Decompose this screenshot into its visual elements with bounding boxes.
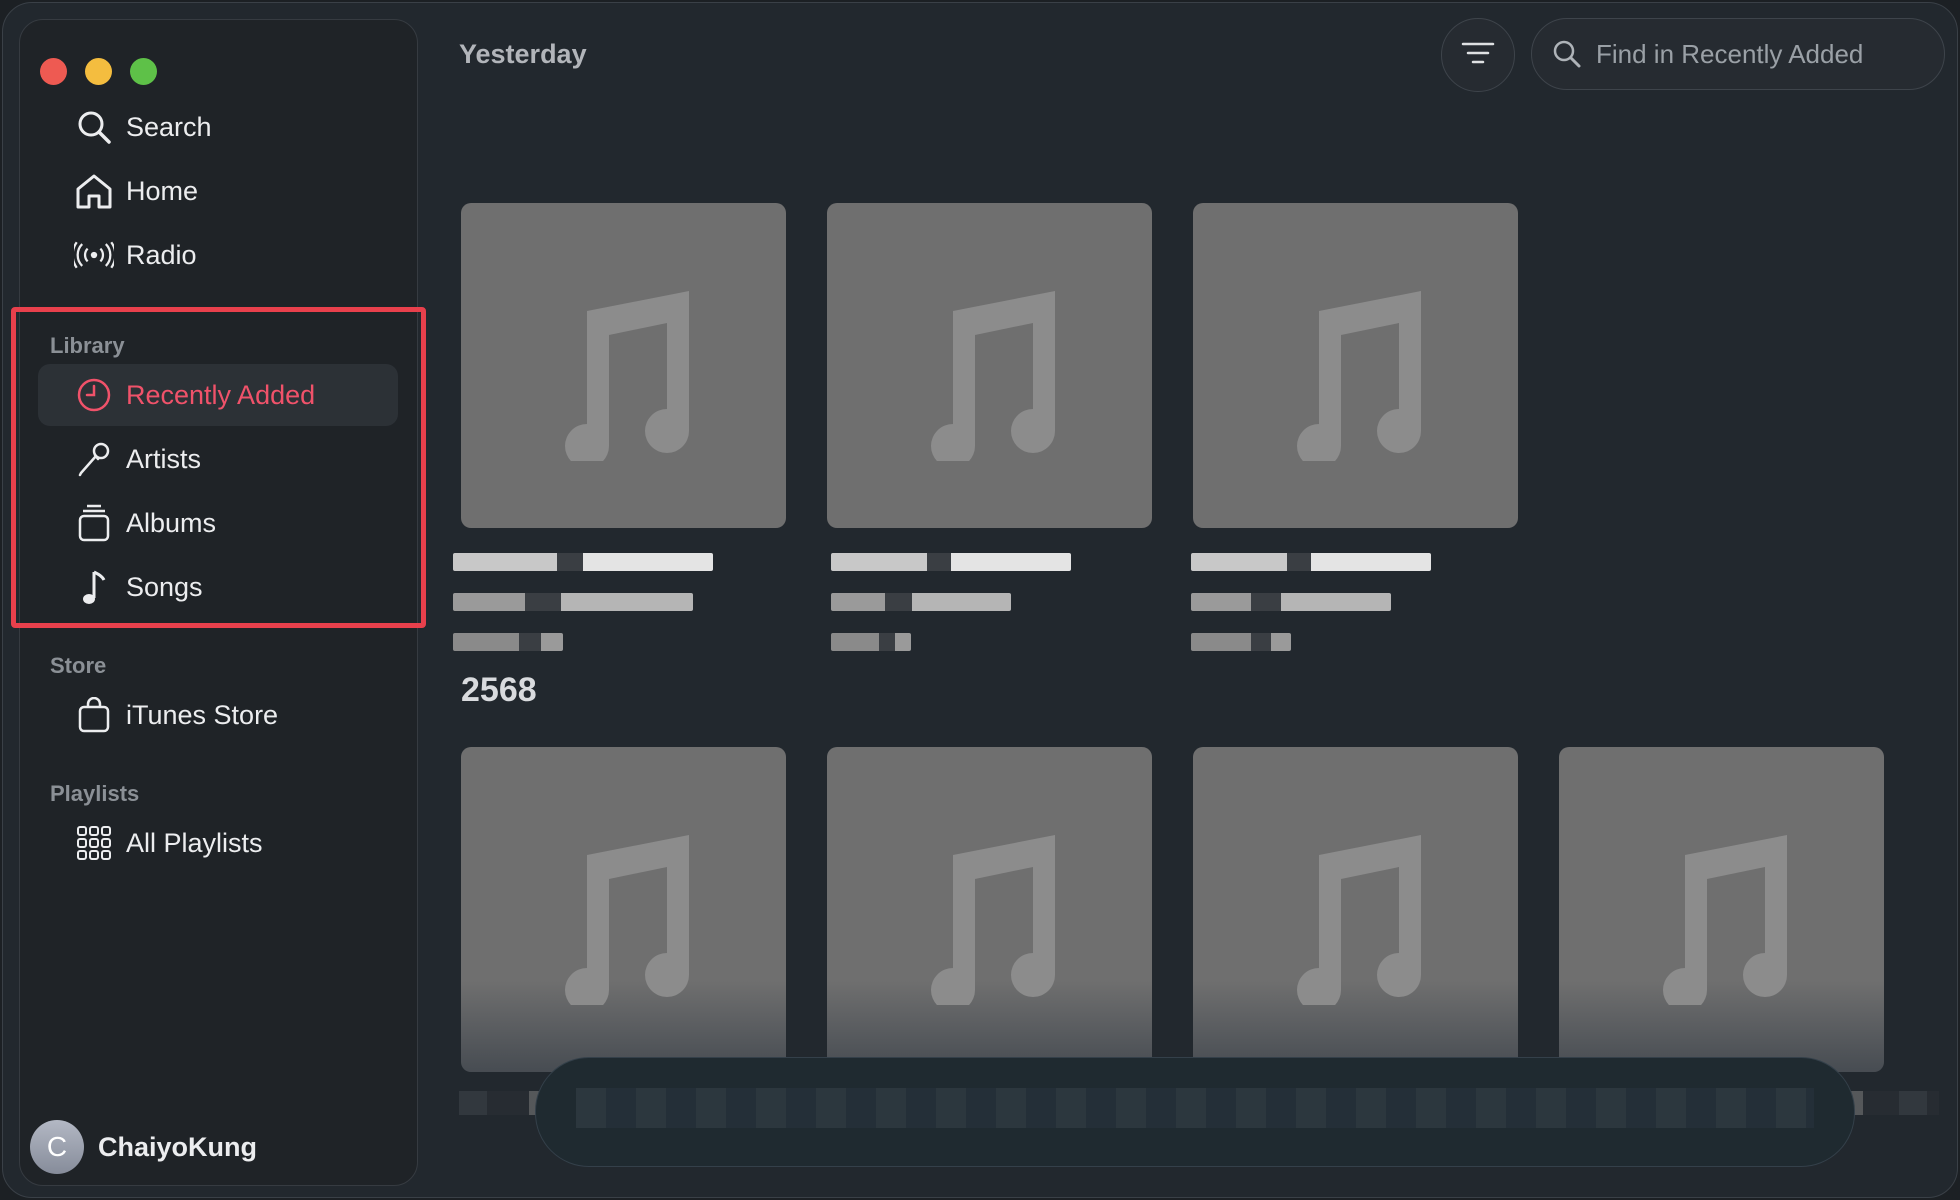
- sidebar-item-label: All Playlists: [126, 827, 263, 858]
- sidebar-item-songs[interactable]: Songs: [38, 556, 398, 618]
- sidebar-item-albums[interactable]: Albums: [38, 492, 398, 554]
- music-note-icon: [1662, 834, 1787, 1005]
- album-tile[interactable]: [1193, 747, 1518, 1072]
- music-note-icon: [1296, 834, 1421, 1005]
- sidebar-item-home[interactable]: Home: [38, 160, 398, 222]
- radio-icon: [74, 235, 114, 275]
- search-input[interactable]: [1594, 37, 1918, 71]
- album-tile[interactable]: [827, 747, 1152, 1072]
- album-tile[interactable]: [827, 203, 1152, 528]
- search-icon: [1552, 39, 1582, 69]
- album-tile[interactable]: [1193, 203, 1518, 528]
- now-playing-redacted: [576, 1088, 1814, 1128]
- filter-icon: [1461, 41, 1495, 70]
- music-note-icon: [930, 290, 1055, 461]
- bag-icon: [74, 695, 114, 735]
- sidebar-item-label: Home: [126, 175, 199, 206]
- avatar: C: [30, 1120, 84, 1174]
- music-note-icon: [564, 834, 689, 1005]
- user-name: ChaiyoKung: [98, 1131, 257, 1162]
- sidebar: Search Home Radio Library Recently Added: [19, 19, 418, 1186]
- albums-icon: [74, 503, 114, 543]
- minimize-window-button[interactable]: [85, 58, 112, 85]
- album-meta-redacted: [1191, 553, 1451, 673]
- music-note-icon: [1296, 290, 1421, 461]
- sidebar-item-label: iTunes Store: [126, 699, 279, 730]
- now-playing-bar[interactable]: [535, 1057, 1855, 1167]
- grid-icon: [74, 823, 114, 863]
- search-field[interactable]: [1531, 18, 1945, 90]
- album-tile[interactable]: [1559, 747, 1884, 1072]
- home-icon: [74, 171, 114, 211]
- sidebar-item-label: Albums: [126, 507, 217, 538]
- sidebar-item-label: Radio: [126, 239, 197, 270]
- section-heading-year: 2568: [461, 671, 537, 709]
- album-tile[interactable]: [461, 747, 786, 1072]
- close-window-button[interactable]: [40, 58, 67, 85]
- section-title-library: Library: [50, 333, 125, 358]
- microphone-icon: [74, 439, 114, 479]
- filter-button[interactable]: [1441, 18, 1515, 92]
- window-controls: [40, 58, 157, 85]
- section-title-playlists: Playlists: [50, 781, 140, 806]
- section-heading-yesterday: Yesterday: [459, 39, 587, 69]
- section-title-store: Store: [50, 653, 107, 678]
- search-icon: [74, 107, 114, 147]
- music-note-icon: [74, 567, 114, 607]
- sidebar-item-label: Songs: [126, 571, 203, 602]
- sidebar-item-label: Search: [126, 111, 212, 142]
- sidebar-item-recently-added[interactable]: Recently Added: [38, 364, 398, 426]
- sidebar-item-label: Artists: [126, 443, 202, 474]
- zoom-window-button[interactable]: [130, 58, 157, 85]
- sidebar-item-all-playlists[interactable]: All Playlists: [38, 812, 398, 874]
- clock-icon: [74, 375, 114, 415]
- album-meta-redacted: [453, 553, 713, 673]
- sidebar-item-artists[interactable]: Artists: [38, 428, 398, 490]
- music-note-icon: [564, 290, 689, 461]
- sidebar-item-label: Recently Added: [126, 379, 316, 410]
- sidebar-item-radio[interactable]: Radio: [38, 224, 398, 286]
- music-note-icon: [930, 834, 1055, 1005]
- user-account[interactable]: C ChaiyoKung: [30, 1120, 257, 1174]
- sidebar-item-itunes-store[interactable]: iTunes Store: [38, 684, 398, 746]
- sidebar-item-search[interactable]: Search: [38, 96, 398, 158]
- music-window: Search Home Radio Library Recently Added: [2, 2, 1958, 1198]
- album-tile[interactable]: [461, 203, 786, 528]
- album-meta-redacted: [831, 553, 1091, 673]
- main-content: Yesterday 2: [423, 3, 1957, 1197]
